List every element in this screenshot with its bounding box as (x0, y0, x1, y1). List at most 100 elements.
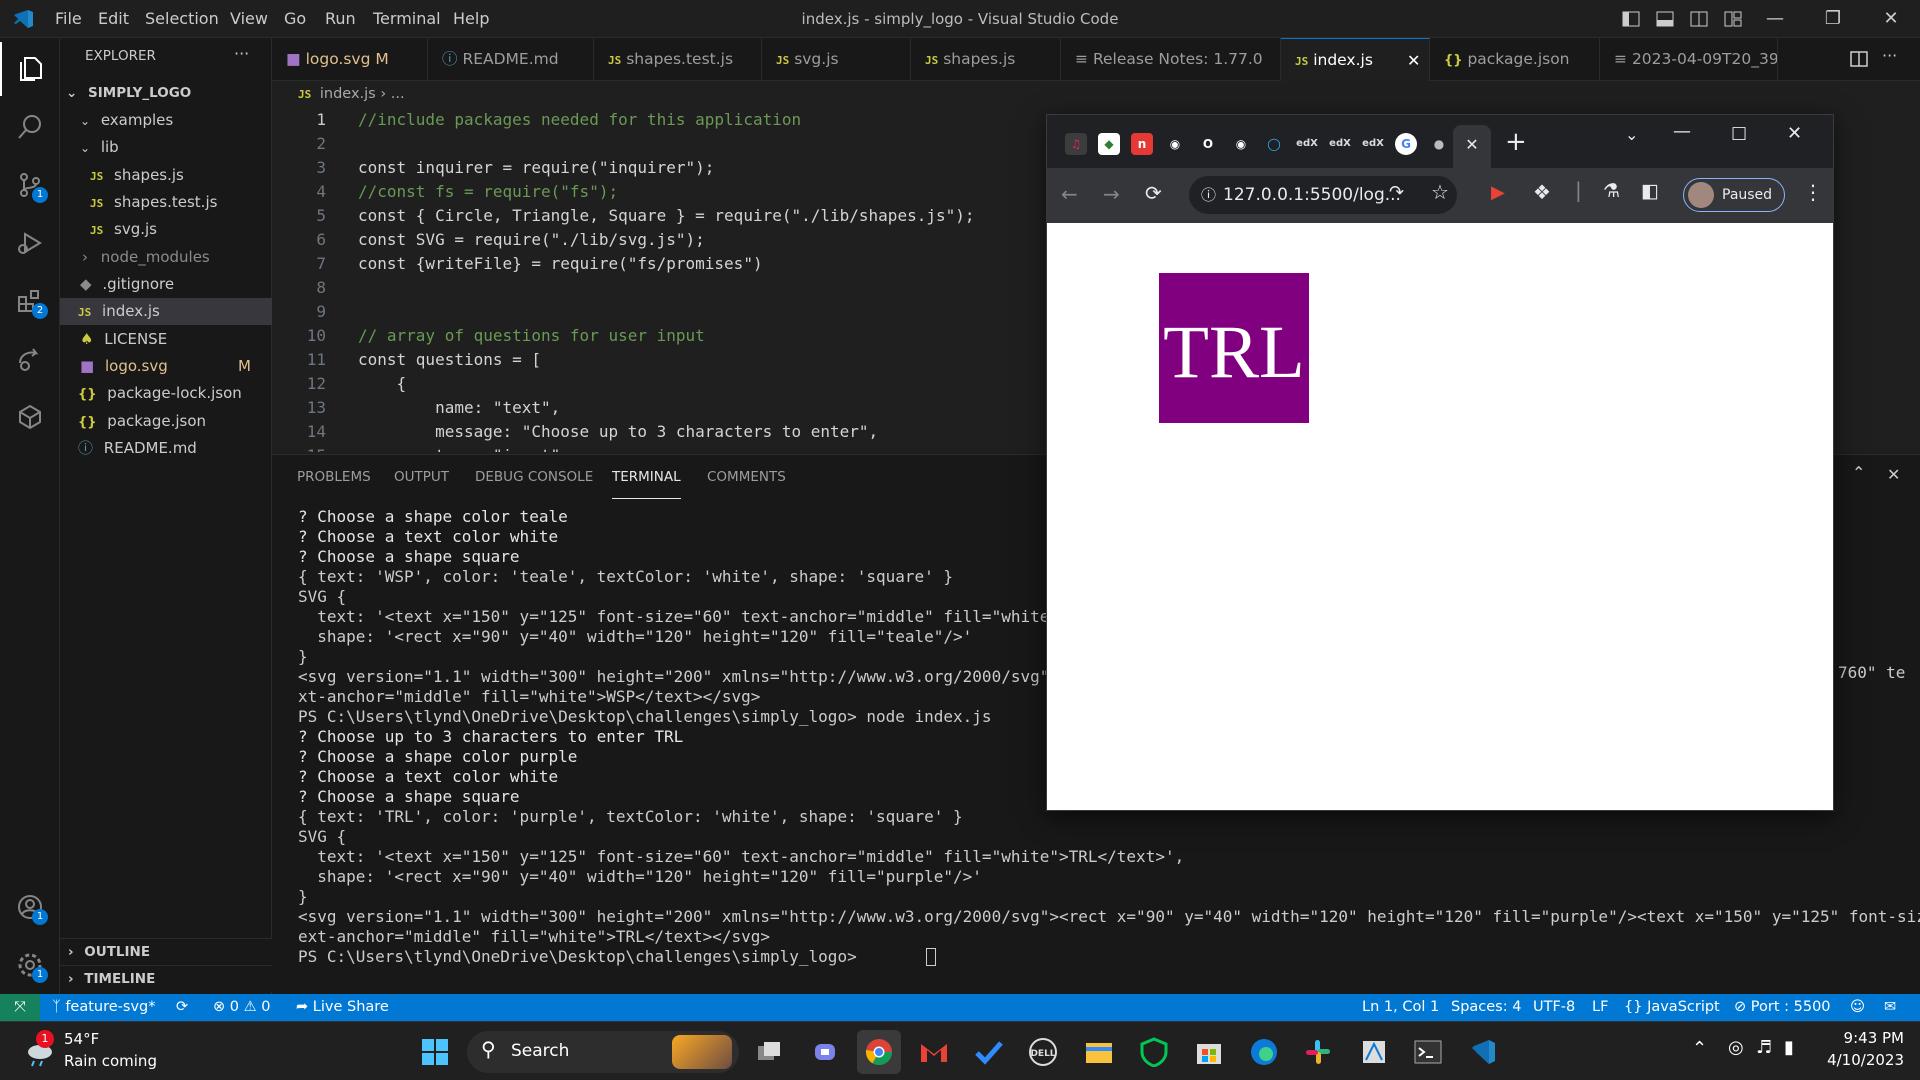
github-icon[interactable]: ◉ (1164, 133, 1186, 155)
live-share-button[interactable]: ➦ Live Share (296, 994, 389, 1021)
problems-indicator[interactable]: ⊗ 0 ⚠ 0 (213, 994, 270, 1021)
labs-flask-icon[interactable]: ⚗ (1603, 180, 1620, 202)
tab-problems[interactable]: PROBLEMS (297, 455, 371, 499)
file-svg-js[interactable]: JS svg.js (60, 216, 272, 243)
menu-view[interactable]: View (230, 0, 268, 38)
forward-icon[interactable]: → (1103, 182, 1120, 206)
file-logo-svg[interactable]: ■ logo.svg M (60, 353, 272, 380)
live-share-icon[interactable] (0, 332, 60, 386)
toggle-secondary-sidebar-icon[interactable] (1690, 10, 1708, 32)
sync-icon[interactable]: ⟳ (176, 994, 188, 1021)
tab-log-file[interactable]: ≡ 2023-04-09T20_39_44 (1600, 38, 1778, 81)
close-window-button[interactable]: ✕ (1868, 0, 1914, 38)
more-actions-icon[interactable]: ··· (1882, 46, 1897, 65)
folder-examples[interactable]: ⌄ examples (60, 107, 272, 134)
feedback-icon[interactable]: ☺ (1850, 994, 1865, 1021)
menu-edit[interactable]: Edit (98, 0, 129, 38)
file-license[interactable]: ♠ LICENSE (60, 326, 272, 353)
folder-lib[interactable]: ⌄ lib (60, 134, 272, 161)
extensions-puzzle-icon[interactable]: ❖ (1533, 180, 1551, 204)
profile-paused-button[interactable]: Paused (1683, 178, 1785, 212)
battery-icon[interactable]: ▮ (1784, 1037, 1794, 1058)
file-package-lock-json[interactable]: {} package-lock.json (60, 380, 272, 407)
tab-shapes-test-js[interactable]: JS shapes.test.js (594, 38, 762, 81)
file-index-js[interactable]: JS index.js (60, 298, 272, 325)
customize-layout-icon[interactable] (1724, 10, 1742, 32)
language-mode[interactable]: {} JavaScript (1624, 994, 1720, 1021)
maximize-panel-icon[interactable]: ⌃ (1852, 463, 1865, 482)
file-package-json[interactable]: {} package.json (60, 408, 272, 435)
tab-logo-svg[interactable]: ■ logo.svg M (272, 38, 428, 81)
edx-icon[interactable]: edX (1296, 133, 1318, 155)
menu-terminal[interactable]: Terminal (373, 0, 441, 38)
tab-favicon-icon[interactable]: ♫ (1065, 133, 1087, 155)
microsoft-store-icon[interactable] (1187, 1030, 1231, 1074)
teams-chat-icon[interactable] (803, 1030, 847, 1074)
tab-index-js[interactable]: JS index.js ✕ (1281, 38, 1430, 81)
taskbar-search[interactable]: ⚲ Search (467, 1031, 739, 1073)
tab-readme[interactable]: ⓘ README.md (428, 38, 594, 81)
accounts-icon[interactable]: 1 (0, 880, 60, 934)
github-icon[interactable]: ◉ (1230, 133, 1252, 155)
reload-icon[interactable]: ⟳ (1145, 181, 1162, 205)
restore-button[interactable]: ❐ (1810, 0, 1856, 38)
tab-package-json[interactable]: {} package.json (1430, 38, 1600, 81)
browser-close-button[interactable]: ✕ (1787, 123, 1802, 144)
file-explorer-icon[interactable] (1077, 1030, 1121, 1074)
tab-output[interactable]: OUTPUT (394, 455, 449, 499)
browser-menu-icon[interactable]: ⋮ (1803, 180, 1823, 204)
back-icon[interactable]: ← (1061, 182, 1078, 206)
timeline-section[interactable]: › TIMELINE (60, 965, 272, 992)
file-shapes-js[interactable]: JS shapes.js (60, 162, 272, 189)
edx-icon[interactable]: edX (1362, 133, 1384, 155)
terminal-app-icon[interactable] (1406, 1030, 1450, 1074)
tab-release-notes[interactable]: ≡ Release Notes: 1.77.0 (1061, 38, 1281, 81)
side-panel-icon[interactable]: ◧ (1641, 180, 1659, 202)
share-icon[interactable]: ↷ (1389, 182, 1404, 203)
google-icon[interactable]: G (1395, 133, 1417, 155)
tab-terminal[interactable]: TERMINAL (612, 455, 681, 499)
chrome-dev-icon[interactable] (857, 1030, 901, 1074)
todo-icon[interactable] (967, 1030, 1011, 1074)
source-control-icon[interactable]: 1 (0, 158, 60, 212)
volume-icon[interactable]: ♬ (1756, 1037, 1772, 1058)
clock-date[interactable]: 4/10/2023 (1820, 1051, 1904, 1069)
gmail-icon[interactable] (912, 1030, 956, 1074)
new-tab-icon[interactable]: + (1505, 127, 1527, 157)
toggle-panel-icon[interactable] (1656, 10, 1674, 32)
task-view-icon[interactable] (748, 1030, 792, 1074)
explorer-icon[interactable] (0, 42, 60, 96)
remote-indicator-icon[interactable]: ⤧ (0, 994, 40, 1021)
menu-help[interactable]: Help (453, 0, 489, 38)
live-server-port[interactable]: ⊘ Port : 5500 (1734, 994, 1831, 1021)
tab-svg-js[interactable]: JS svg.js (762, 38, 911, 81)
sql-studio-icon[interactable] (1352, 1030, 1396, 1074)
tab-shapes-js[interactable]: JS shapes.js (911, 38, 1061, 81)
toggle-primary-sidebar-icon[interactable] (1622, 10, 1640, 32)
globe-icon[interactable]: ● (1428, 133, 1450, 155)
file-shapes-test-js[interactable]: JS shapes.test.js (60, 189, 272, 216)
minimize-button[interactable]: — (1752, 0, 1798, 38)
menu-file[interactable]: File (55, 0, 82, 38)
indentation[interactable]: Spaces: 4 (1451, 994, 1521, 1021)
search-icon[interactable] (0, 100, 60, 154)
tab-search-icon[interactable]: ⌄ (1625, 125, 1638, 144)
vscode-taskbar-icon[interactable] (1461, 1030, 1505, 1074)
breadcrumb-file[interactable]: index.js (320, 86, 376, 102)
tab-favicon-icon[interactable]: n (1131, 133, 1153, 155)
tab-favicon-icon[interactable]: ◯ (1263, 133, 1285, 155)
edge-icon[interactable] (1242, 1030, 1286, 1074)
bookmark-star-icon[interactable]: ☆ (1431, 180, 1449, 204)
file-readme-md[interactable]: ⓘ README.md (60, 435, 272, 462)
manage-gear-icon[interactable]: 1 (0, 938, 60, 992)
browser-maximize-button[interactable]: □ (1731, 123, 1747, 143)
edx-icon[interactable]: edX (1329, 133, 1351, 155)
security-shield-icon[interactable] (1132, 1030, 1176, 1074)
wifi-icon[interactable]: ◎ (1728, 1037, 1744, 1058)
explorer-more-button[interactable]: ··· (234, 44, 249, 63)
browser-minimize-button[interactable]: — (1673, 121, 1691, 142)
menu-go[interactable]: Go (284, 0, 306, 38)
tab-comments[interactable]: COMMENTS (707, 455, 786, 499)
weather-icon[interactable]: 1 (22, 1030, 56, 1068)
end-of-line[interactable]: LF (1592, 994, 1608, 1021)
